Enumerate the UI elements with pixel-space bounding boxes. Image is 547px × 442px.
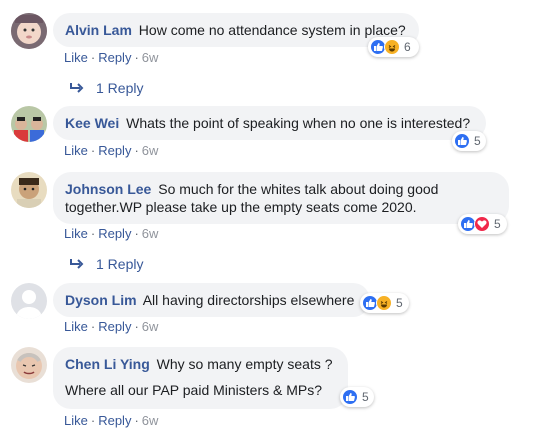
view-replies-link[interactable]: 1 Reply	[69, 256, 143, 272]
comment-text-line2: Where all our PAP paid Ministers & MPs?	[65, 382, 323, 398]
separator: ·	[134, 226, 139, 241]
reaction-summary[interactable]: 5	[458, 214, 507, 234]
separator: ·	[134, 143, 139, 158]
comment-text-line1: So much for the whites talk about doing …	[158, 181, 439, 197]
separator: ·	[90, 413, 96, 428]
separator: ·	[90, 226, 96, 241]
reaction-summary[interactable]: 6	[368, 37, 419, 57]
comment-actions: Like · Reply · 6w	[64, 226, 158, 241]
separator: ·	[134, 413, 139, 428]
reaction-summary[interactable]: 5	[452, 131, 486, 151]
separator: ·	[134, 319, 139, 334]
timestamp[interactable]: 6w	[142, 319, 159, 334]
avatar[interactable]	[11, 283, 47, 319]
separator: ·	[134, 50, 139, 65]
like-icon	[454, 133, 470, 149]
comment-bubble: Johnson Lee So much for the whites talk …	[53, 172, 509, 224]
reaction-summary[interactable]: 5	[340, 387, 374, 407]
love-icon	[474, 216, 490, 232]
separator: ·	[90, 50, 96, 65]
view-replies-link[interactable]: 1 Reply	[69, 80, 143, 96]
comment-bubble: Dyson Lim All having directorships elsew…	[53, 283, 370, 317]
reply-arrow-icon	[70, 259, 84, 269]
reaction-count: 5	[474, 134, 481, 148]
like-icon	[342, 389, 358, 405]
reply-button[interactable]: Reply	[98, 413, 131, 428]
reaction-count: 5	[396, 296, 403, 310]
comment-bubble: Kee Wei Whats the point of speaking when…	[53, 106, 486, 140]
avatar[interactable]	[11, 13, 47, 49]
author-name[interactable]: Chen Li Ying	[65, 356, 150, 372]
reaction-count: 5	[494, 217, 501, 231]
author-name[interactable]: Dyson Lim	[65, 292, 137, 308]
timestamp[interactable]: 6w	[142, 50, 159, 65]
comment-actions: Like · Reply · 6w	[64, 50, 158, 65]
reply-button[interactable]: Reply	[98, 319, 131, 334]
reaction-summary[interactable]: 5	[360, 293, 409, 313]
timestamp[interactable]: 6w	[142, 226, 159, 241]
comment-actions: Like · Reply · 6w	[64, 319, 158, 334]
comment-text-line2: together.WP please take up the empty sea…	[65, 199, 417, 215]
comment-text: How come no attendance system in place?	[138, 22, 406, 38]
reply-arrow-icon	[70, 83, 84, 93]
like-button[interactable]: Like	[64, 319, 88, 334]
comment-actions: Like · Reply · 6w	[64, 143, 158, 158]
author-name[interactable]: Alvin Lam	[65, 22, 132, 38]
separator: ·	[90, 319, 96, 334]
reaction-count: 6	[404, 40, 411, 54]
separator: ·	[90, 143, 96, 158]
replies-count-label[interactable]: 1 Reply	[96, 80, 143, 96]
reply-button[interactable]: Reply	[98, 143, 131, 158]
like-button[interactable]: Like	[64, 413, 88, 428]
comment-text: Whats the point of speaking when no one …	[126, 115, 471, 131]
haha-icon	[376, 295, 392, 311]
like-button[interactable]: Like	[64, 226, 88, 241]
comment-actions: Like · Reply · 6w	[64, 413, 158, 428]
avatar[interactable]	[11, 347, 47, 383]
comment-text: All having directorships elsewhere	[142, 292, 355, 308]
timestamp[interactable]: 6w	[142, 143, 159, 158]
author-name[interactable]: Kee Wei	[65, 115, 119, 131]
like-button[interactable]: Like	[64, 50, 88, 65]
comment-bubble: Alvin Lam How come no attendance system …	[53, 13, 419, 47]
comment-text-line1: Why so many empty seats ?	[156, 356, 333, 372]
reply-button[interactable]: Reply	[98, 50, 131, 65]
timestamp[interactable]: 6w	[142, 413, 159, 428]
haha-icon	[384, 39, 400, 55]
reply-button[interactable]: Reply	[98, 226, 131, 241]
author-name[interactable]: Johnson Lee	[65, 181, 151, 197]
avatar[interactable]	[11, 106, 47, 142]
comment-bubble: Chen Li Ying Why so many empty seats ? W…	[53, 347, 348, 409]
reaction-count: 5	[362, 390, 369, 404]
replies-count-label[interactable]: 1 Reply	[96, 256, 143, 272]
avatar[interactable]	[11, 172, 47, 208]
like-button[interactable]: Like	[64, 143, 88, 158]
